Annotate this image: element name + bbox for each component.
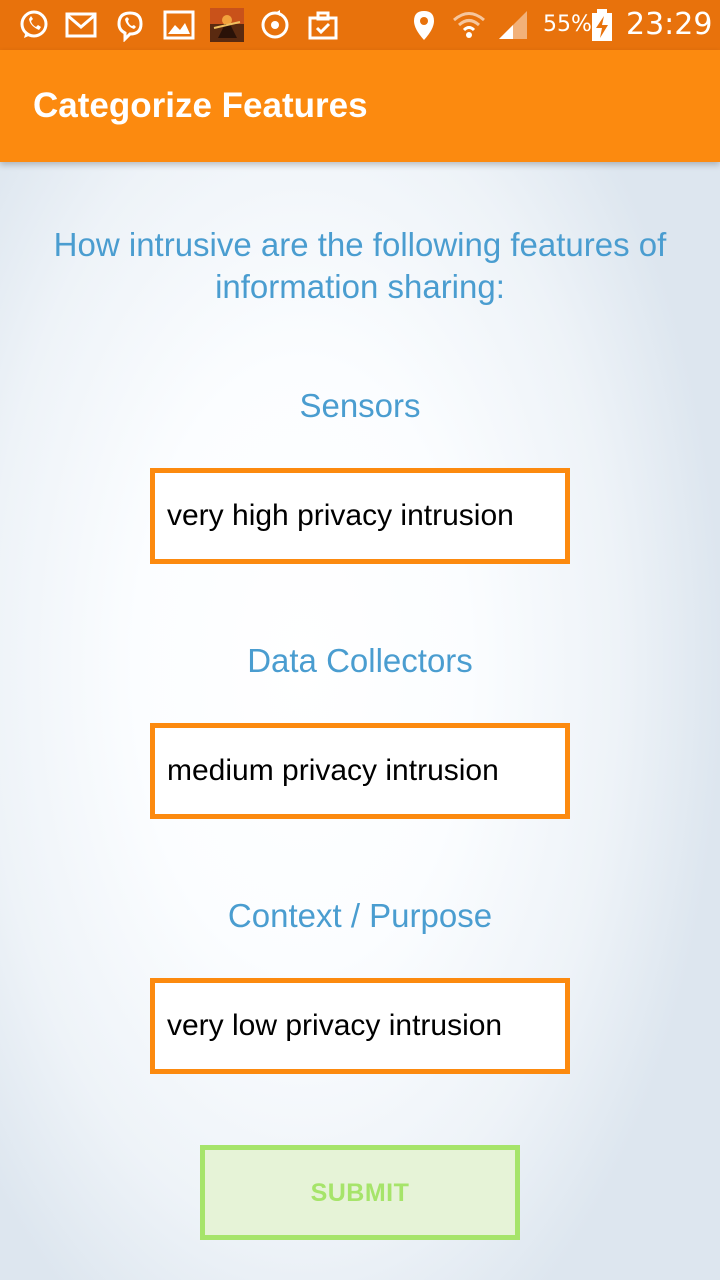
wifi-icon	[452, 8, 486, 42]
select-value: very high privacy intrusion	[167, 499, 514, 532]
app-bar: Categorize Features	[0, 50, 720, 162]
whatsapp-icon	[17, 8, 51, 42]
briefcase-icon	[306, 8, 340, 42]
location-icon	[407, 8, 441, 42]
context-purpose-intrusion-select[interactable]: very low privacy intrusion	[150, 978, 570, 1074]
submit-label: SUBMIT	[310, 1179, 410, 1207]
sensors-intrusion-select[interactable]: very high privacy intrusion	[150, 468, 570, 564]
gallery-icon	[162, 8, 196, 42]
clock: 23:29	[626, 7, 713, 42]
signal-icon	[496, 8, 530, 42]
page-title: Categorize Features	[33, 86, 368, 125]
feature-label-data-collectors: Data Collectors	[247, 642, 473, 679]
viber-icon	[113, 8, 147, 42]
submit-button[interactable]: SUBMIT	[200, 1145, 520, 1240]
battery-percent: 55%	[543, 12, 592, 37]
battery-charging-icon	[590, 8, 614, 42]
data-collectors-intrusion-select[interactable]: medium privacy intrusion	[150, 723, 570, 819]
feature-label-sensors: Sensors	[299, 387, 421, 424]
screen: 55% 23:29 Categorize Features How intrus…	[0, 0, 720, 1280]
question-text: How intrusive are the following features…	[53, 226, 667, 305]
select-value: medium privacy intrusion	[167, 754, 499, 787]
game-icon	[210, 8, 244, 42]
sync-icon	[258, 8, 292, 42]
gmail-icon	[64, 8, 98, 42]
feature-label-context-purpose: Context / Purpose	[227, 897, 493, 934]
status-bar: 55% 23:29	[0, 0, 720, 50]
select-value: very low privacy intrusion	[167, 1009, 503, 1042]
